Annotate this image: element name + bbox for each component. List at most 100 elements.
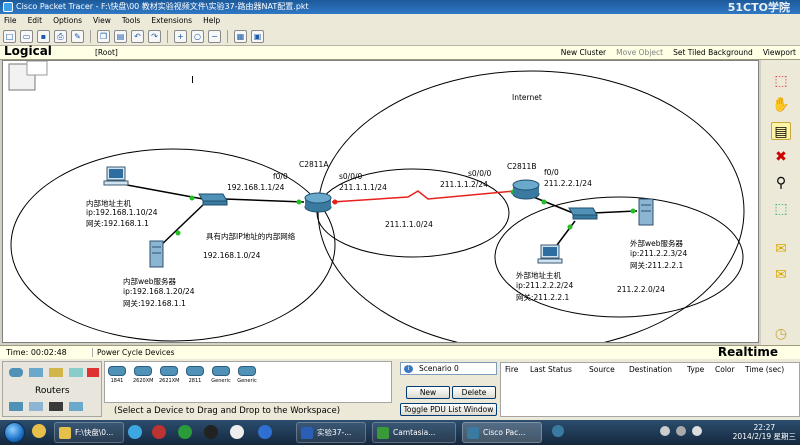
add-simple-pdu-icon[interactable]: ✉ (771, 240, 791, 258)
device-2811[interactable]: 2811 (185, 366, 205, 384)
routers-category-icon[interactable] (9, 368, 23, 377)
menu-options[interactable]: Options (53, 16, 82, 25)
link-switch-webserver[interactable] (592, 210, 638, 214)
paste-icon[interactable]: ▤ (114, 29, 127, 43)
link-web-switch[interactable] (156, 202, 206, 250)
viewport-button[interactable]: Viewport (763, 48, 796, 57)
player-icon[interactable] (152, 425, 166, 439)
col-source: Source (589, 365, 615, 374)
info-icon[interactable]: i (404, 365, 413, 373)
tray-app-icon[interactable] (552, 425, 564, 437)
device-panel: Routers 1841 2620XM 2621XM 2811 Generic … (0, 359, 800, 420)
place-note-icon[interactable]: ▤ (771, 122, 791, 140)
sogou-icon[interactable] (258, 425, 272, 439)
switches-category-icon[interactable] (29, 368, 43, 377)
tray-arrow-icon[interactable] (660, 426, 670, 436)
device-generic-2[interactable]: Generic (237, 366, 257, 384)
inspect-icon[interactable]: ⚲ (771, 174, 791, 192)
new-icon[interactable]: □ (3, 29, 16, 43)
logical-view-label[interactable]: Logical (4, 44, 52, 58)
delete-scenario-button[interactable]: Delete (452, 386, 496, 399)
folder-pin-icon[interactable] (32, 424, 46, 438)
menu-tools[interactable]: Tools (122, 16, 140, 25)
menu-help[interactable]: Help (203, 16, 220, 25)
start-button-icon[interactable] (4, 422, 25, 443)
scenario-select[interactable]: Scenario 0 (400, 362, 497, 375)
router-a-f00-label: f0/0 (273, 172, 288, 181)
device-2620xm[interactable]: 2620XM (133, 366, 153, 384)
undo-icon[interactable]: ↶ (131, 29, 144, 43)
task-word-doc[interactable]: 实验37-... (296, 422, 366, 443)
router-b-f00-ip: 211.2.2.1/24 (544, 179, 592, 188)
move-layout-icon[interactable]: ✋ (771, 96, 791, 114)
realtime-clock-icon[interactable]: ◷ (771, 325, 791, 343)
link-switch-routerA[interactable] (224, 198, 305, 203)
new-cluster-button[interactable]: New Cluster (561, 48, 606, 57)
ie-icon[interactable] (128, 425, 142, 439)
task-packet-tracer[interactable]: Cisco Pac... (462, 422, 542, 443)
end-devices-category-icon[interactable] (9, 402, 23, 411)
open-icon[interactable]: ▭ (20, 29, 33, 43)
redo-icon[interactable]: ↷ (148, 29, 161, 43)
task-camtasia[interactable]: Camtasia... (372, 422, 456, 443)
pdu-table-header: Fire Last Status Source Destination Type… (501, 363, 799, 376)
toggle-pdu-list-button[interactable]: Toggle PDU List Window (400, 403, 497, 416)
outside-web-gateway: 网关:211.2.2.1 (630, 261, 684, 270)
root-breadcrumb[interactable]: [Root] (95, 48, 118, 57)
multiuser-category-icon[interactable] (69, 402, 83, 411)
window-title: Cisco Packet Tracer - F:\快盘\00 教材实验视频文件\… (16, 2, 309, 11)
menu-edit[interactable]: Edit (28, 16, 43, 25)
device-2621xm[interactable]: 2621XM (159, 366, 179, 384)
delete-icon[interactable]: ✖ (771, 148, 791, 166)
outside-switch-icon[interactable] (568, 207, 598, 220)
outside-host-pc-icon[interactable] (537, 244, 563, 264)
device-generic-1[interactable]: Generic (211, 366, 231, 384)
device-1841[interactable]: 1841 (107, 366, 127, 384)
power-cycle-button[interactable]: Power Cycle Devices (92, 348, 175, 357)
security-icon[interactable] (178, 425, 192, 439)
custom-device-icon[interactable]: ▣ (251, 29, 264, 43)
router-a-s000-ip: 211.1.1.1/24 (339, 183, 387, 192)
inside-host-pc-icon[interactable] (103, 166, 129, 186)
task-explorer[interactable]: F:\快盘\0... (54, 422, 124, 443)
outside-web-server-icon[interactable] (638, 198, 654, 226)
wan-emulation-category-icon[interactable] (29, 402, 43, 411)
link-routerB-switch[interactable] (530, 195, 574, 214)
connections-category-icon[interactable] (87, 368, 99, 377)
set-background-button[interactable]: Set Tiled Background (673, 48, 753, 57)
hubs-category-icon[interactable] (49, 368, 63, 377)
zoom-reset-icon[interactable]: ○ (191, 29, 204, 43)
zoom-in-icon[interactable]: + (174, 29, 187, 43)
copy-icon[interactable]: ❐ (97, 29, 110, 43)
router-b-icon[interactable] (512, 179, 540, 200)
volume-icon[interactable] (692, 426, 702, 436)
menu-extensions[interactable]: Extensions (151, 16, 192, 25)
wizard-icon[interactable]: ✎ (71, 29, 84, 43)
menu-file[interactable]: File (4, 16, 17, 25)
logical-workspace[interactable]: I Internet C2811A C2811B f0/0 192.168.1.… (2, 60, 759, 343)
save-icon[interactable]: ▪ (37, 29, 50, 43)
wireless-category-icon[interactable] (69, 368, 83, 377)
move-object-button[interactable]: Move Object (616, 48, 663, 57)
drawing-palette-icon[interactable]: ▦ (234, 29, 247, 43)
link-light (175, 230, 181, 236)
select-tool-icon[interactable]: ⬚ (771, 72, 791, 90)
inside-web-server-icon[interactable] (149, 240, 164, 268)
router-a-icon[interactable] (304, 192, 332, 213)
new-scenario-button[interactable]: New (406, 386, 450, 399)
custom-devices-category-icon[interactable] (49, 402, 63, 411)
serial-link[interactable] (331, 190, 516, 203)
qq-icon[interactable] (204, 425, 218, 439)
network-icon[interactable] (676, 426, 686, 436)
add-complex-pdu-icon[interactable]: ✉ (771, 266, 791, 284)
inside-web-ip: ip:192.168.1.20/24 (123, 287, 195, 296)
app-icon[interactable] (230, 425, 244, 439)
inside-switch-icon[interactable] (198, 193, 228, 206)
menu-view[interactable]: View (93, 16, 111, 25)
zoom-out-icon[interactable]: − (208, 29, 221, 43)
realtime-mode-tab[interactable]: Realtime (718, 345, 778, 359)
system-clock[interactable]: 22:27 2014/2/19 星期三 (733, 423, 796, 441)
print-icon[interactable]: ⎙ (54, 29, 67, 43)
router-b-f00-label: f0/0 (544, 168, 559, 177)
resize-shape-icon[interactable]: ⬚ (771, 200, 791, 218)
